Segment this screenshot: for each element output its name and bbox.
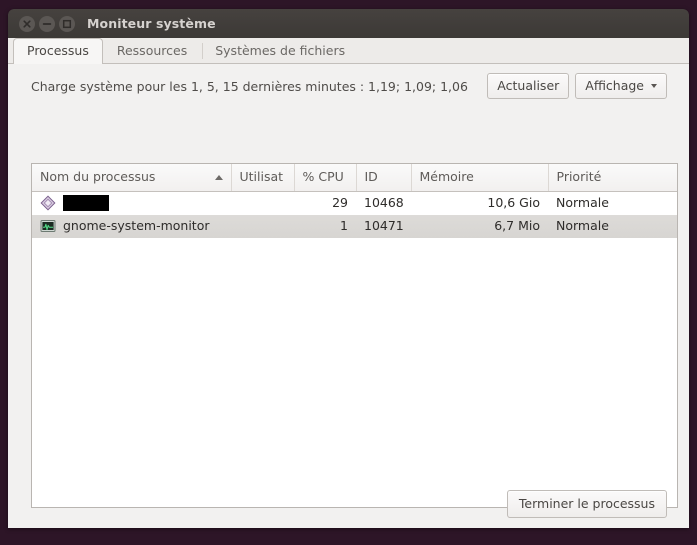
column-header-memory-label: Mémoire [419, 169, 474, 185]
end-process-button[interactable]: Terminer le processus [506, 490, 667, 518]
minimize-button[interactable] [39, 15, 55, 32]
process-table: Nom du processus Utilisat % CPU ID Mémoi… [32, 164, 677, 238]
footer-bar: Terminer le processus [8, 480, 689, 528]
process-table-container[interactable]: Nom du processus Utilisat % CPU ID Mémoi… [31, 163, 678, 508]
column-header-priority[interactable]: Priorité [548, 164, 677, 192]
window-title: Moniteur système [87, 16, 216, 31]
cell-user [231, 214, 294, 238]
column-header-id[interactable]: ID [356, 164, 412, 192]
column-header-process-name[interactable]: Nom du processus [32, 164, 232, 192]
sort-ascending-icon [214, 175, 223, 180]
cell-id: 10471 [356, 214, 411, 238]
system-monitor-icon [40, 219, 56, 232]
cell-priority: Normale [548, 214, 677, 238]
view-menu-button[interactable]: Affichage [575, 73, 667, 99]
minimize-icon [42, 22, 52, 25]
cell-process-name: gnome-system-monitor [32, 214, 231, 238]
tab-bar: Processus Ressources Systèmes de fichier… [8, 38, 689, 64]
table-row[interactable]: 29 10468 10,6 Gio Normale [32, 191, 677, 215]
cell-priority: Normale [556, 195, 609, 210]
application-window: Moniteur système Processus Ressources Sy… [8, 9, 689, 528]
refresh-button[interactable]: Actualiser [487, 73, 570, 99]
close-button[interactable] [19, 15, 35, 32]
cell-cpu: 29 [332, 195, 348, 210]
column-header-memory[interactable]: Mémoire [411, 164, 549, 192]
table-row[interactable]: gnome-system-monitor 1 10471 6,7 Mio Nor… [32, 214, 677, 238]
refresh-button-label: Actualiser [497, 78, 560, 93]
tab-systemes-de-fichiers[interactable]: Systèmes de fichiers [201, 38, 359, 63]
column-header-id-label: ID [364, 169, 378, 185]
view-menu-button-label: Affichage [585, 78, 644, 93]
tab-ressources[interactable]: Ressources [103, 38, 201, 63]
system-load-text: Charge système pour les 1, 5, 15 dernièr… [31, 78, 468, 94]
column-header-user[interactable]: Utilisat [231, 164, 295, 192]
cell-memory: 6,7 Mio [411, 214, 548, 238]
column-header-process-name-label: Nom du processus [40, 169, 156, 185]
window-content: Processus Ressources Systèmes de fichier… [8, 38, 689, 528]
column-header-priority-label: Priorité [556, 169, 602, 185]
diamond-app-icon [40, 195, 56, 210]
redacted-process-name [63, 194, 109, 211]
column-header-cpu-label: % CPU [302, 169, 344, 185]
column-header-user-label: Utilisat [239, 169, 284, 185]
table-header-row: Nom du processus Utilisat % CPU ID Mémoi… [32, 164, 677, 192]
cell-user [231, 191, 294, 215]
chevron-down-icon [651, 83, 657, 88]
window-controls [19, 15, 75, 32]
tab-processus-label: Processus [27, 43, 89, 58]
cell-process-name [32, 191, 231, 215]
title-bar: Moniteur système [8, 9, 689, 38]
tab-systemes-de-fichiers-label: Systèmes de fichiers [215, 43, 346, 58]
end-process-button-label: Terminer le processus [518, 496, 655, 511]
toolbar: Charge système pour les 1, 5, 15 dernièr… [8, 64, 689, 108]
tab-ressources-label: Ressources [116, 43, 188, 58]
close-icon [23, 19, 31, 28]
maximize-button[interactable] [59, 15, 75, 32]
cell-cpu: 1 [294, 214, 356, 238]
maximize-icon [62, 19, 72, 28]
process-name-label: gnome-system-monitor [63, 218, 210, 233]
tab-processus[interactable]: Processus [13, 38, 103, 64]
column-header-cpu[interactable]: % CPU [294, 164, 357, 192]
cell-id: 10468 [364, 195, 404, 210]
cell-memory: 10,6 Gio [487, 195, 540, 210]
